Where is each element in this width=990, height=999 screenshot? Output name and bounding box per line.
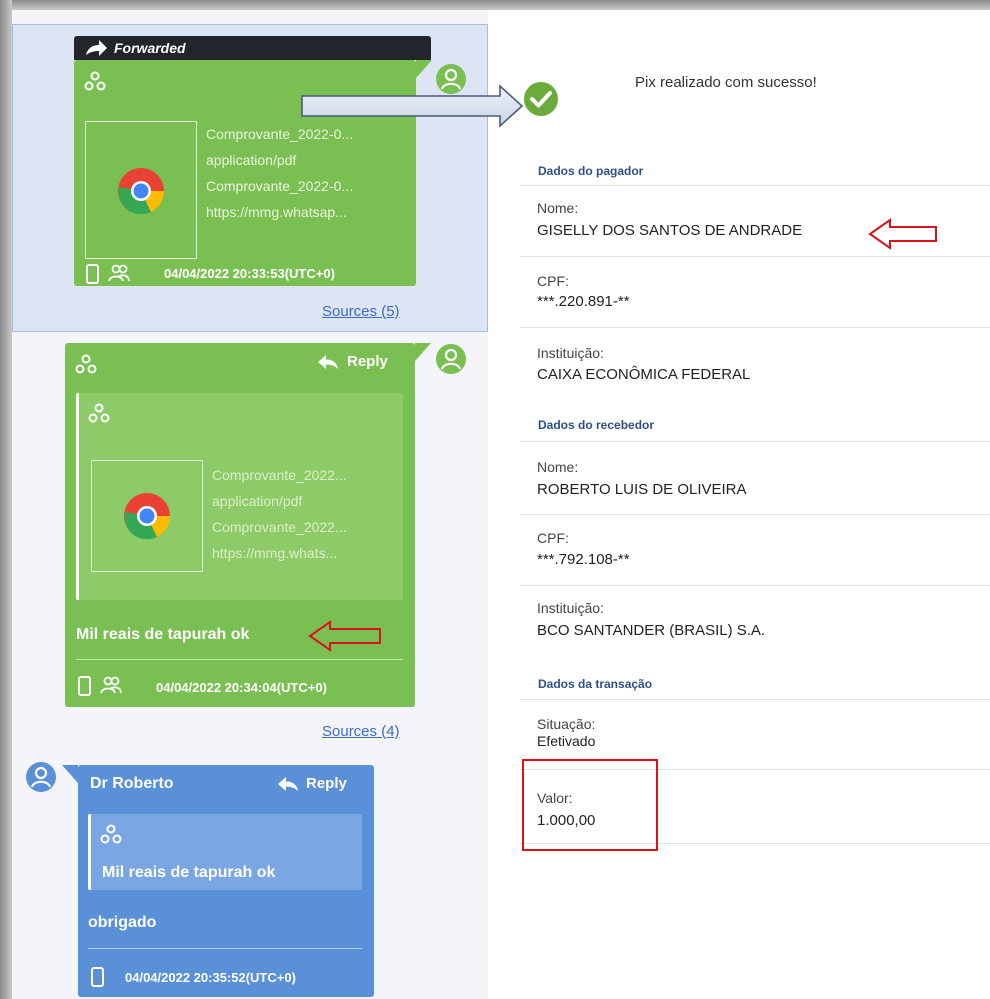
receiver-institution-value: BCO SANTANDER (BRASIL) S.A.: [537, 622, 766, 639]
phone-device-icon: [91, 967, 104, 987]
payer-institution-label: Instituição:: [537, 345, 604, 361]
attachment-url: https://mmg.whatsap...: [206, 204, 347, 220]
phone-device-icon: [86, 264, 99, 284]
receiver-cpf-label: CPF:: [537, 530, 569, 546]
row-divider: [520, 514, 990, 515]
row-divider: [520, 441, 990, 442]
sources-link[interactable]: Sources (5): [322, 303, 400, 320]
reply-icon[interactable]: [278, 777, 298, 791]
attachment-filename: Comprovante_2022...: [212, 467, 347, 483]
message-divider: [88, 948, 362, 949]
phone-device-icon: [78, 676, 91, 696]
group-icon: [88, 403, 110, 423]
group-icon: [84, 71, 106, 91]
section-title-transaction: Dados da transação: [538, 677, 653, 691]
forward-arrow-icon: [86, 40, 107, 56]
message-text: obrigado: [88, 914, 157, 931]
people-icon: [108, 264, 130, 282]
payer-cpf-value: ***.220.891-**: [537, 293, 630, 310]
group-icon: [75, 354, 97, 374]
window-frame-top: [0, 0, 990, 10]
row-divider: [520, 185, 990, 186]
annotation-arrow: [308, 620, 381, 652]
forwarded-label: Forwarded: [114, 40, 186, 56]
reply-button[interactable]: Reply: [347, 353, 388, 370]
quoted-text: Mil reais de tapurah ok: [102, 864, 276, 881]
group-icon: [100, 824, 122, 844]
message-divider: [76, 659, 403, 660]
row-divider: [520, 585, 990, 586]
chrome-icon: [124, 493, 171, 540]
row-divider: [520, 327, 990, 328]
attachment-path: Comprovante_2022...: [212, 519, 347, 535]
message-timestamp: 04/04/2022 20:33:53(UTC+0): [164, 266, 335, 281]
receiver-cpf-value: ***.792.108-**: [537, 551, 630, 568]
section-title-payer: Dados do pagador: [538, 164, 644, 178]
status-message: Pix realizado com sucesso!: [635, 74, 817, 91]
avatar-icon: [436, 344, 466, 374]
attachment-mimetype: application/pdf: [206, 152, 297, 168]
attachment-details: Comprovante_2022... application/pdf Comp…: [212, 462, 398, 566]
reply-icon[interactable]: [318, 355, 338, 369]
annotation-arrow: [868, 218, 937, 250]
chrome-icon: [118, 168, 165, 215]
receiver-institution-label: Instituição:: [537, 600, 604, 616]
attachment-details: Comprovante_2022-0... application/pdf Co…: [206, 121, 404, 225]
section-title-receiver: Dados do recebedor: [538, 418, 655, 432]
receiver-name-value: ROBERTO LUIS DE OLIVEIRA: [537, 481, 747, 498]
transaction-status-label: Situação:: [537, 716, 596, 732]
transaction-status-value: Efetivado: [537, 733, 596, 749]
message-timestamp: 04/04/2022 20:35:52(UTC+0): [125, 970, 296, 985]
attachment-path: Comprovante_2022-0...: [206, 178, 354, 194]
row-divider: [520, 256, 990, 257]
payer-cpf-label: CPF:: [537, 273, 569, 289]
check-circle-icon: [524, 82, 558, 116]
attachment-thumbnail[interactable]: [85, 121, 197, 259]
reply-button[interactable]: Reply: [306, 775, 347, 792]
forwarded-bar: Forwarded: [74, 36, 431, 60]
payer-institution-value: CAIXA ECONÔMICA FEDERAL: [537, 366, 751, 383]
people-icon: [100, 676, 122, 694]
attachment-mimetype: application/pdf: [212, 493, 303, 509]
message-timestamp: 04/04/2022 20:34:04(UTC+0): [156, 680, 327, 695]
avatar-icon: [26, 762, 56, 792]
sender-name: Dr Roberto: [90, 775, 174, 792]
receiver-name-label: Nome:: [537, 459, 579, 475]
message-text: Mil reais de tapurah ok: [76, 626, 250, 643]
payer-name-label: Nome:: [537, 200, 579, 216]
sources-link[interactable]: Sources (4): [322, 723, 400, 740]
attachment-thumbnail[interactable]: [91, 460, 203, 572]
row-divider: [520, 699, 990, 700]
annotation-box: [522, 759, 658, 851]
payer-name-value: GISELLY DOS SANTOS DE ANDRADE: [537, 222, 803, 239]
attachment-url: https://mmg.whats...: [212, 545, 338, 561]
callout-arrow: [301, 84, 524, 128]
window-frame-left: [0, 0, 12, 999]
